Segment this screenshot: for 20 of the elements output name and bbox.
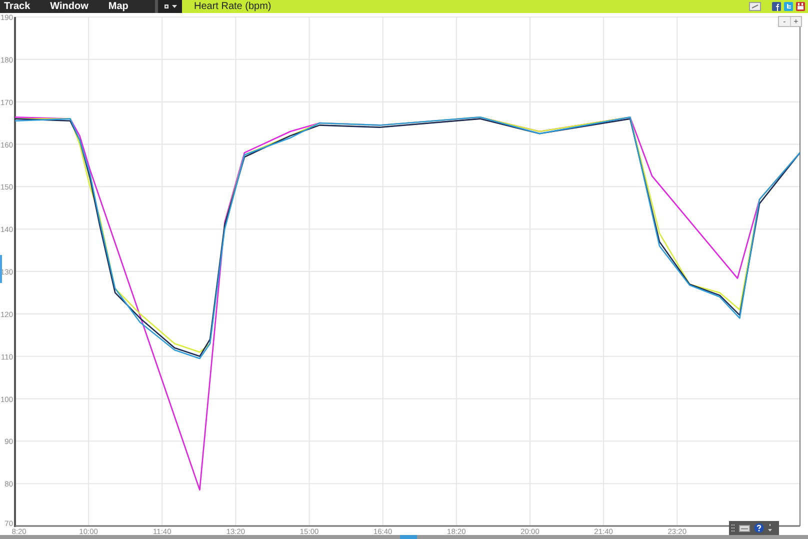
menu-item[interactable]: Map bbox=[108, 2, 128, 12]
window-icon[interactable] bbox=[749, 2, 761, 11]
twitter-icon[interactable] bbox=[784, 2, 793, 11]
menu-item[interactable]: Track bbox=[4, 2, 30, 12]
menu-item[interactable]: Window bbox=[50, 2, 88, 12]
caret-icon bbox=[172, 5, 176, 8]
scroll-bar[interactable] bbox=[0, 535, 808, 539]
facebook-icon[interactable] bbox=[772, 2, 781, 11]
chart-title: Heart Rate (bpm) bbox=[194, 2, 272, 12]
settings-dropdown[interactable] bbox=[158, 0, 182, 13]
side-handle[interactable] bbox=[0, 255, 2, 283]
help-icon[interactable] bbox=[754, 523, 764, 533]
keyboard-icon[interactable] bbox=[739, 524, 750, 532]
gear-icon bbox=[164, 4, 168, 9]
video-icon[interactable] bbox=[796, 2, 805, 11]
grip-icon[interactable] bbox=[731, 524, 735, 532]
scroll-thumb[interactable] bbox=[400, 535, 417, 539]
zoom-button[interactable]: + bbox=[790, 17, 801, 26]
caret-icon[interactable] bbox=[768, 524, 772, 532]
zoom-button[interactable]: - bbox=[779, 17, 790, 26]
